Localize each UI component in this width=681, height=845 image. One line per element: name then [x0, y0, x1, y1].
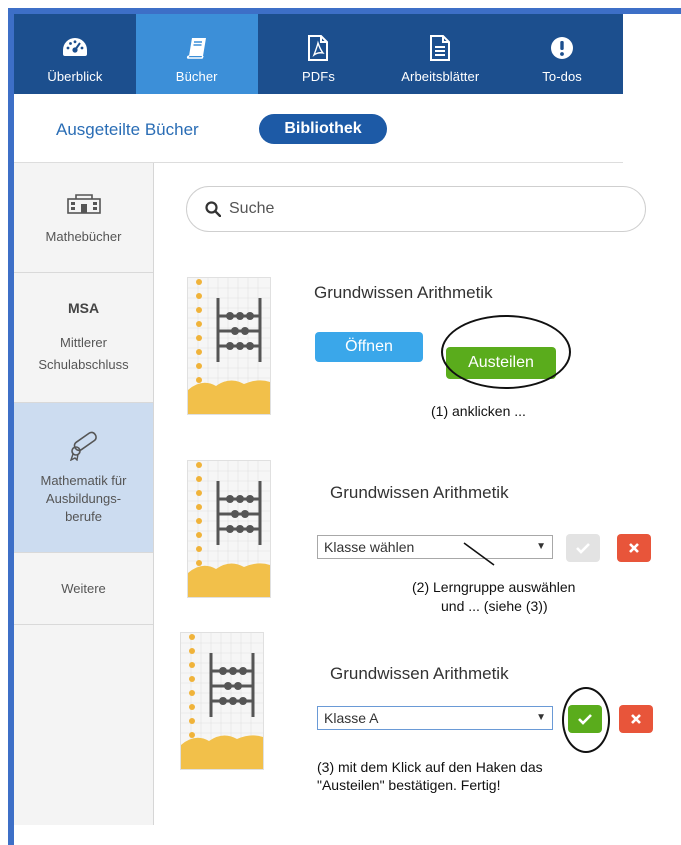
pointer-arrow-line	[463, 542, 495, 566]
top-navigation: Überblick Bücher PDFs Arbeitsblätter To-…	[14, 14, 623, 94]
book-title: Grundwissen Arithmetik	[330, 664, 509, 683]
tab-bibliothek[interactable]: Bibliothek	[259, 114, 387, 144]
sidebar-item-label: Mathebücher	[45, 228, 122, 244]
instruction-note: (2) Lerngruppe auswählen	[412, 579, 576, 595]
book-title: Grundwissen Arithmetik	[314, 283, 493, 302]
confirm-button-disabled[interactable]	[566, 534, 600, 562]
instruction-note: "Austeilen" bestätigen. Fertig!	[317, 777, 501, 793]
pdf-icon	[304, 34, 332, 62]
class-select[interactable]: Klasse A ▼	[317, 706, 553, 730]
book-cover[interactable]	[187, 460, 271, 598]
dropdown-arrow-icon: ▼	[536, 541, 546, 552]
sub-navigation: Ausgeteilte Bücher Bibliothek	[14, 94, 623, 163]
school-building-icon	[66, 192, 101, 217]
sidebar-item-label: Schulabschluss	[38, 356, 129, 372]
close-icon	[629, 543, 639, 553]
book-cover[interactable]	[187, 277, 271, 415]
search-icon	[205, 201, 222, 218]
dropdown-arrow-icon: ▼	[536, 712, 546, 723]
book-title: Grundwissen Arithmetik	[330, 483, 509, 502]
app-window: Überblick Bücher PDFs Arbeitsblätter To-…	[14, 14, 653, 825]
sidebar-item-ausbildungsberufe[interactable]: Mathematik für Ausbildungs- berufe	[14, 403, 153, 553]
instruction-note: (3) mit dem Klick auf den Haken das	[317, 759, 543, 775]
sidebar-item-weitere[interactable]: Weitere	[14, 553, 153, 625]
link-ausgeteilte-buecher[interactable]: Ausgeteilte Bücher	[56, 120, 199, 140]
sidebar-item-label: Mittlerer	[60, 334, 107, 350]
sidebar-item-label: Mathematik für	[40, 473, 127, 488]
instruction-note: und ... (siehe (3))	[441, 598, 548, 614]
dashboard-icon	[61, 34, 89, 62]
nav-label: Arbeitsblätter	[401, 69, 480, 84]
nav-item-pdfs[interactable]: PDFs	[258, 14, 380, 94]
cancel-button[interactable]	[619, 705, 653, 733]
abacus-cover-icon	[181, 633, 263, 769]
open-button[interactable]: Öffnen	[315, 332, 423, 362]
search-box[interactable]	[186, 186, 646, 232]
nav-item-todos[interactable]: To-dos	[501, 14, 623, 94]
nav-item-arbeitsblaetter[interactable]: Arbeitsblätter	[379, 14, 501, 94]
nav-item-buecher[interactable]: Bücher	[135, 14, 258, 94]
instruction-note: (1) anklicken ...	[431, 403, 526, 419]
alert-icon	[548, 34, 576, 62]
sidebar-item-mathebuecher[interactable]: Mathebücher	[14, 163, 153, 273]
abacus-cover-icon	[188, 461, 270, 597]
sidebar-item-abbr: MSA	[67, 299, 100, 316]
search-input[interactable]	[229, 198, 609, 220]
sidebar-item-msa[interactable]: MSA Mittlerer Schulabschluss	[14, 273, 153, 403]
highlight-ellipse	[562, 687, 610, 753]
book-icon	[183, 34, 211, 62]
nav-item-ueberblick[interactable]: Überblick	[14, 14, 136, 94]
class-select[interactable]: Klasse wählen ▼	[317, 535, 553, 559]
worksheet-icon	[426, 34, 454, 62]
abacus-cover-icon	[188, 278, 270, 414]
close-icon	[631, 714, 641, 724]
category-sidebar: Mathebücher MSA Mittlerer Schulabschluss…	[14, 163, 154, 825]
nav-label: Überblick	[47, 69, 103, 84]
nav-label: Bücher	[175, 69, 218, 84]
checkmark-icon	[576, 543, 590, 554]
cancel-button[interactable]	[617, 534, 651, 562]
class-select-value: Klasse wählen	[324, 539, 415, 555]
sidebar-item-label: Ausbildungs-	[45, 491, 122, 506]
nav-label: To-dos	[542, 69, 582, 84]
highlight-ellipse	[441, 315, 571, 389]
diploma-icon	[67, 429, 101, 464]
nav-label: PDFs	[302, 69, 335, 84]
class-select-value: Klasse A	[324, 710, 379, 726]
book-cover[interactable]	[180, 632, 264, 770]
sidebar-item-label: Weitere	[61, 581, 106, 596]
sidebar-item-label: berufe	[65, 509, 102, 524]
